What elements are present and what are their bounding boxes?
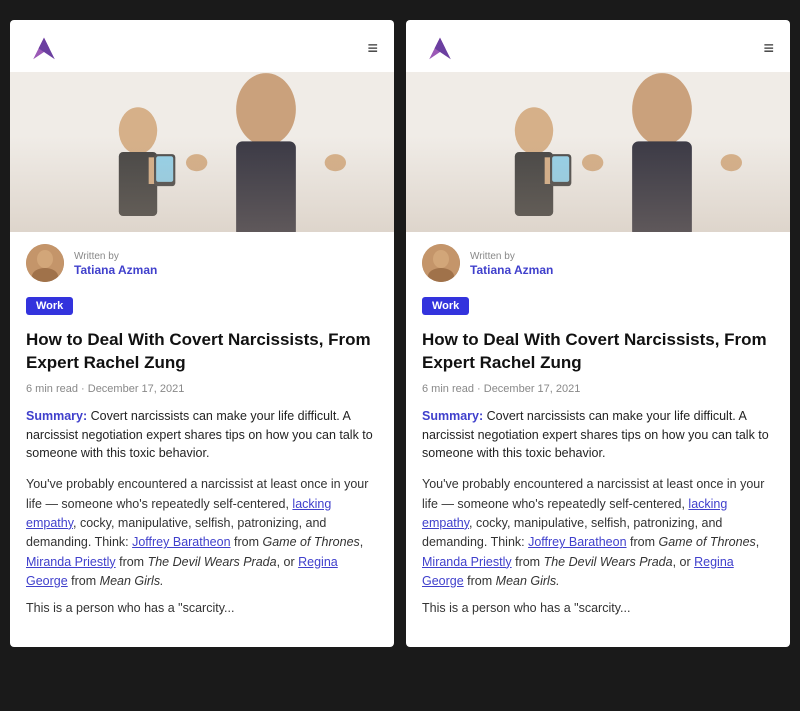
link-miranda-left[interactable]: Miranda Priestly [26,555,116,569]
summary-label-right: Summary: [422,409,483,423]
avatar-right [422,244,460,282]
article-meta-right: Written by Tatiana Azman [406,232,790,290]
body-para-1-right: You've probably encountered a narcissist… [422,475,774,591]
link-joffrey-right[interactable]: Joffrey Baratheon [528,535,626,549]
article-title-left: How to Deal With Covert Narcissists, Fro… [10,321,394,379]
author-info-left: Written by Tatiana Azman [74,250,157,277]
body-para-2-right: This is a person who has a "scarcity... [422,599,774,618]
author-name-left[interactable]: Tatiana Azman [74,263,157,277]
author-info-right: Written by Tatiana Azman [470,250,553,277]
body-para-2-left: This is a person who has a "scarcity... [26,599,378,618]
tag-badge-left[interactable]: Work [26,297,73,315]
article-date-right: 6 min read · December 17, 2021 [406,379,790,403]
article-title-right: How to Deal With Covert Narcissists, Fro… [406,321,790,379]
header-left: ≡ [10,20,394,72]
article-meta-left: Written by Tatiana Azman [10,232,394,290]
link-lacking-empathy-left[interactable]: lacking empathy [26,497,331,530]
hero-image-left [10,72,394,232]
tag-area-right: Work [406,290,790,321]
link-joffrey-left[interactable]: Joffrey Baratheon [132,535,230,549]
panels-container: ≡ [10,20,790,647]
header-right: ≡ [406,20,790,72]
body-para-1-left: You've probably encountered a narcissist… [26,475,378,591]
link-miranda-right[interactable]: Miranda Priestly [422,555,512,569]
tag-area-left: Work [10,290,394,321]
panel-left: ≡ [10,20,394,647]
article-body-left: You've probably encountered a narcissist… [10,471,394,631]
article-date-left: 6 min read · December 17, 2021 [10,379,394,403]
written-by-label-left: Written by [74,250,157,263]
menu-icon-right[interactable]: ≡ [763,39,774,57]
logo-right[interactable] [422,34,458,62]
tag-badge-right[interactable]: Work [422,297,469,315]
author-name-right[interactable]: Tatiana Azman [470,263,553,277]
summary-label-left: Summary: [26,409,87,423]
article-summary-left: Summary: Covert narcissists can make you… [10,403,394,471]
logo-left[interactable] [26,34,62,62]
avatar-left [26,244,64,282]
article-body-right: You've probably encountered a narcissist… [406,471,790,631]
article-summary-right: Summary: Covert narcissists can make you… [406,403,790,471]
link-lacking-empathy-right[interactable]: lacking empathy [422,497,727,530]
panel-right: ≡ [406,20,790,647]
written-by-label-right: Written by [470,250,553,263]
hero-image-right [406,72,790,232]
menu-icon-left[interactable]: ≡ [367,39,378,57]
